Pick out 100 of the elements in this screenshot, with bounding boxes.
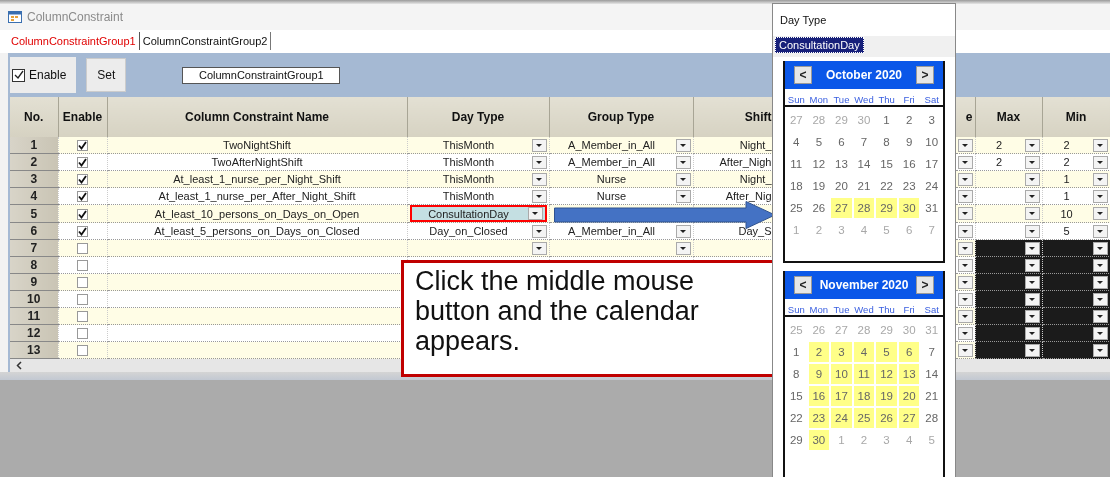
calendar-day[interactable]: 12: [808, 154, 830, 174]
calendar-day[interactable]: 1: [876, 110, 897, 130]
calendar-day[interactable]: 31: [921, 198, 942, 218]
set-button[interactable]: Set: [86, 58, 127, 92]
dropdown-button[interactable]: [531, 172, 547, 186]
checkbox[interactable]: [77, 208, 88, 220]
dropdown-button[interactable]: [957, 189, 973, 203]
checkbox[interactable]: [77, 311, 88, 323]
dropdown-button[interactable]: [957, 275, 973, 289]
calendar-day[interactable]: 19: [808, 176, 830, 196]
dropdown-button[interactable]: [1092, 241, 1108, 255]
dropdown-button[interactable]: [531, 224, 547, 238]
calendar-day[interactable]: 3: [921, 110, 942, 130]
list-item[interactable]: ConsultationDay: [775, 37, 864, 53]
dropdown-button[interactable]: [1092, 258, 1108, 272]
calendar-day[interactable]: 24: [831, 408, 852, 428]
calendar-day[interactable]: 6: [831, 132, 852, 152]
dropdown-button[interactable]: [1092, 189, 1108, 203]
dropdown-button[interactable]: [1024, 309, 1040, 323]
dropdown-button[interactable]: [1092, 207, 1108, 220]
calendar-day[interactable]: 26: [808, 198, 830, 218]
dropdown-button[interactable]: [531, 189, 547, 203]
dropdown-button[interactable]: [531, 138, 547, 152]
dropdown-button[interactable]: [1092, 343, 1108, 357]
calendar-day[interactable]: 16: [898, 154, 920, 174]
calendar-day[interactable]: 17: [831, 386, 852, 406]
dropdown-button[interactable]: [1024, 326, 1040, 340]
calendar-day[interactable]: 24: [921, 176, 942, 196]
calendar-day[interactable]: 4: [786, 132, 807, 152]
dropdown-button[interactable]: [527, 207, 543, 220]
dropdown-button[interactable]: [957, 309, 973, 323]
previous-month-button[interactable]: <: [794, 66, 812, 84]
checkbox[interactable]: [77, 294, 88, 306]
calendar-day[interactable]: 10: [921, 132, 942, 152]
calendar-day[interactable]: 12: [876, 364, 897, 384]
previous-month-button[interactable]: <: [794, 276, 812, 294]
calendar-day[interactable]: 18: [853, 386, 875, 406]
calendar-day[interactable]: 25: [853, 408, 875, 428]
calendar-day[interactable]: 23: [898, 176, 920, 196]
next-month-button[interactable]: >: [916, 66, 934, 84]
calendar-day[interactable]: 2: [898, 110, 920, 130]
dropdown-button[interactable]: [1092, 138, 1108, 152]
calendar-day[interactable]: 5: [808, 132, 830, 152]
calendar-day[interactable]: 10: [831, 364, 852, 384]
calendar-day[interactable]: 21: [921, 386, 942, 406]
calendar-day[interactable]: 5: [876, 342, 897, 362]
calendar-day[interactable]: 8: [876, 132, 897, 152]
checkbox[interactable]: [77, 226, 88, 238]
dropdown-button[interactable]: [1024, 189, 1040, 203]
dropdown-button[interactable]: [1024, 241, 1040, 255]
dropdown-button[interactable]: [675, 172, 691, 186]
checkbox[interactable]: [77, 277, 88, 289]
calendar-day[interactable]: 29: [876, 198, 897, 218]
dropdown-button[interactable]: [1092, 326, 1108, 340]
calendar-day[interactable]: 14: [921, 364, 942, 384]
calendar-day[interactable]: 4: [853, 342, 875, 362]
calendar-day[interactable]: 29: [786, 430, 807, 450]
calendar-day[interactable]: 7: [853, 132, 875, 152]
next-month-button[interactable]: >: [916, 276, 934, 294]
calendar-day[interactable]: 13: [831, 154, 852, 174]
dropdown-button[interactable]: [531, 155, 547, 169]
calendar-day[interactable]: 30: [898, 198, 920, 218]
calendar-day[interactable]: 9: [808, 364, 830, 384]
dropdown-button[interactable]: [1092, 155, 1108, 169]
dropdown-button[interactable]: [1024, 224, 1040, 238]
dropdown-button[interactable]: [957, 155, 973, 169]
calendar-day[interactable]: 20: [831, 176, 852, 196]
calendar-day[interactable]: 7: [921, 342, 942, 362]
calendar-day[interactable]: 18: [786, 176, 807, 196]
calendar-day[interactable]: 13: [898, 364, 920, 384]
dropdown-button[interactable]: [675, 224, 691, 238]
dropdown-button[interactable]: [1024, 155, 1040, 169]
calendar-day[interactable]: 8: [786, 364, 807, 384]
dropdown-button[interactable]: [1024, 292, 1040, 306]
calendar-day[interactable]: 26: [876, 408, 897, 428]
scroll-left-icon[interactable]: [16, 361, 22, 370]
calendar-day[interactable]: 22: [786, 408, 807, 428]
calendar-day[interactable]: 23: [808, 408, 830, 428]
calendar-day[interactable]: 14: [853, 154, 875, 174]
dropdown-button[interactable]: [531, 241, 547, 255]
calendar-day[interactable]: 6: [898, 342, 920, 362]
dropdown-button[interactable]: [675, 241, 691, 255]
calendar-day[interactable]: 27: [898, 408, 920, 428]
calendar-day[interactable]: 15: [786, 386, 807, 406]
dropdown-button[interactable]: [1024, 172, 1040, 186]
dropdown-button[interactable]: [957, 343, 973, 357]
calendar-day[interactable]: 28: [853, 198, 875, 218]
dropdown-button[interactable]: [957, 292, 973, 306]
dropdown-button[interactable]: [957, 224, 973, 238]
dropdown-button[interactable]: [1092, 309, 1108, 323]
dropdown-button[interactable]: [957, 258, 973, 272]
dropdown-button[interactable]: [1024, 258, 1040, 272]
enable-checkbox[interactable]: Enable: [10, 57, 77, 93]
calendar-day[interactable]: 21: [853, 176, 875, 196]
calendar-day[interactable]: 11: [853, 364, 875, 384]
calendar-day[interactable]: 3: [831, 342, 852, 362]
checkbox[interactable]: [77, 328, 88, 340]
tab[interactable]: ColumnConstraintGroup1: [8, 32, 140, 50]
dropdown-button[interactable]: [675, 189, 691, 203]
dropdown-button[interactable]: [1092, 224, 1108, 238]
